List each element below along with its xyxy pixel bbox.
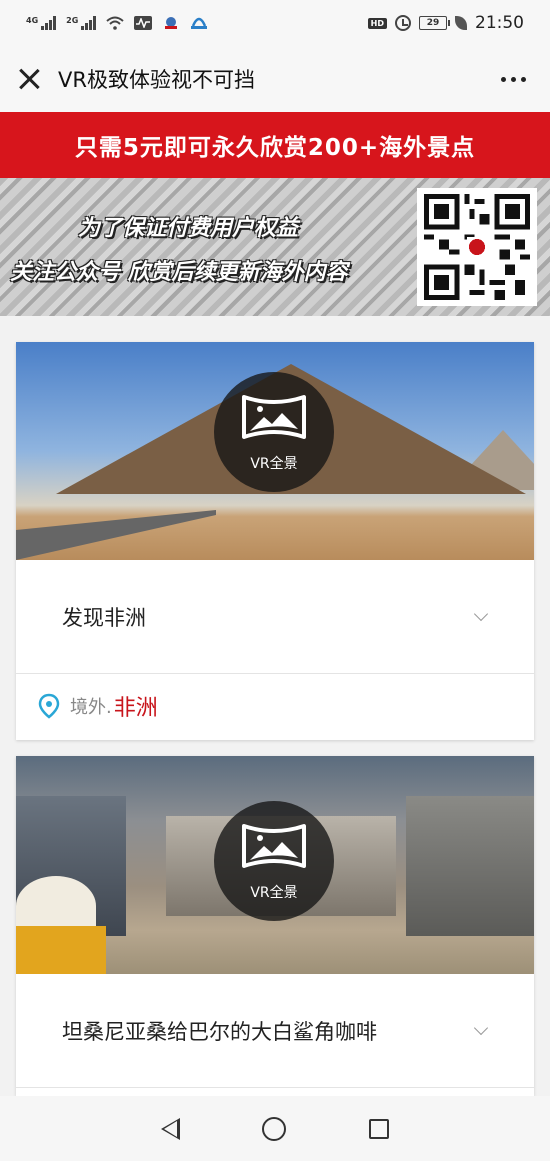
status-bar: 4G 2G HD 29 21:50 [0, 0, 550, 46]
vr-panorama-icon [242, 395, 306, 439]
battery-icon: 29 [419, 16, 450, 30]
vr-badge-label: VR全景 [250, 456, 298, 472]
signal-icon: 4G [26, 16, 57, 30]
more-icon[interactable] [495, 71, 532, 88]
card-title: 发现非洲 [62, 605, 146, 630]
title-bar: VR极致体验视不可挡 [0, 46, 550, 112]
alarm-icon [395, 15, 411, 31]
chevron-down-icon[interactable] [473, 1020, 489, 1035]
network-type-1: 4G [26, 16, 39, 25]
signal-icon-2: 2G [66, 16, 97, 30]
promo-banner[interactable]: 只需5元即可永久欣赏200+海外景点 [0, 112, 550, 178]
vr-badge[interactable]: VR全景 [214, 801, 334, 921]
system-nav-bar [0, 1096, 550, 1161]
vr-card[interactable]: VR全景 坦桑尼亚桑给巴尔的大白鲨角咖啡 [16, 756, 534, 1096]
nav-home-icon[interactable] [262, 1116, 287, 1141]
card-photo: VR全景 [16, 756, 534, 974]
subscribe-banner: 为了保证付费用户权益 关注公众号 欣赏后续更新海外内容 [0, 178, 550, 316]
leaf-icon [455, 16, 467, 30]
banner-line-2: 关注公众号 欣赏后续更新海外内容 [10, 260, 348, 285]
vr-card[interactable]: VR全景 发现非洲 境外. 非洲 [16, 342, 534, 740]
nav-back-icon[interactable] [161, 1117, 181, 1140]
battery-level: 29 [426, 18, 440, 28]
card-title: 坦桑尼亚桑给巴尔的大白鲨角咖啡 [62, 1019, 377, 1044]
vr-badge-label: VR全景 [250, 885, 298, 901]
hd-badge: HD [367, 17, 387, 29]
location-row: 境外. 非洲 [16, 674, 534, 738]
location-pin-icon [38, 693, 60, 719]
app-notification-icon-2 [190, 16, 208, 30]
page-title: VR极致体验视不可挡 [58, 68, 255, 92]
chevron-down-icon[interactable] [473, 606, 489, 621]
vr-badge[interactable]: VR全景 [214, 372, 334, 492]
status-right: HD 29 21:50 [367, 13, 524, 33]
promo-text: 只需5元即可永久欣赏200+海外景点 [74, 135, 476, 161]
status-left: 4G 2G [26, 16, 208, 30]
location-name: 非洲 [113, 696, 158, 721]
location-prefix: 境外. [70, 697, 112, 718]
wifi-icon [106, 16, 124, 30]
nav-recents-icon[interactable] [368, 1118, 389, 1139]
close-icon[interactable] [18, 68, 40, 90]
vr-panorama-icon [242, 824, 306, 868]
banner-line-1: 为了保证付费用户权益 [78, 216, 299, 241]
activity-icon [134, 16, 153, 30]
card-title-row[interactable]: 坦桑尼亚桑给巴尔的大白鲨角咖啡 [16, 974, 534, 1088]
network-type-2: 2G [66, 16, 79, 25]
card-title-row[interactable]: 发现非洲 [16, 560, 534, 674]
qr-code [417, 188, 537, 306]
clock: 21:50 [475, 13, 524, 33]
app-notification-icon [162, 16, 180, 30]
card-photo: VR全景 [16, 342, 534, 560]
